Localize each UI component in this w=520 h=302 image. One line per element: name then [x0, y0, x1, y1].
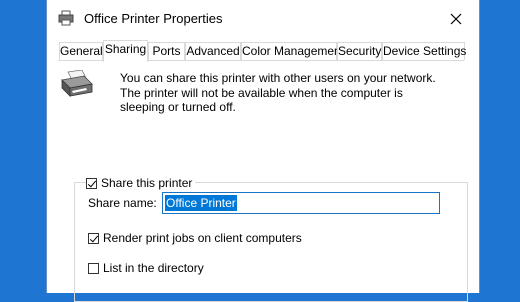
window-title: Office Printer Properties: [84, 11, 223, 26]
sharing-description: You can share this printer with other us…: [120, 71, 436, 114]
title-bar: Office Printer Properties: [47, 0, 479, 38]
list-directory-checkbox-row[interactable]: List in the directory: [88, 261, 204, 275]
list-directory-checkbox[interactable]: [88, 262, 99, 274]
printer-icon: [60, 69, 94, 100]
printer-icon: [58, 10, 74, 26]
share-name-input[interactable]: Office Printer: [162, 192, 440, 214]
close-icon: [450, 13, 462, 25]
share-name-label: Share name:: [88, 196, 157, 210]
render-jobs-checkbox[interactable]: [88, 232, 99, 244]
share-printer-checkbox-row[interactable]: Share this printer: [86, 176, 196, 190]
tab-color-management[interactable]: Color Management: [241, 42, 344, 60]
tab-general[interactable]: General: [59, 42, 103, 60]
tab-device-settings[interactable]: Device Settings: [382, 42, 466, 60]
close-button[interactable]: [433, 0, 479, 38]
share-printer-label: Share this printer: [101, 176, 193, 190]
tab-ports[interactable]: Ports: [148, 42, 185, 60]
render-jobs-checkbox-row[interactable]: Render print jobs on client computers: [88, 231, 302, 245]
tab-sharing[interactable]: Sharing: [103, 40, 148, 62]
share-name-value: Office Printer: [165, 195, 237, 211]
list-directory-label: List in the directory: [103, 261, 204, 275]
render-jobs-label: Render print jobs on client computers: [103, 231, 302, 245]
tab-strip: General Sharing Ports Advanced Color Man…: [59, 40, 469, 62]
tab-advanced[interactable]: Advanced: [185, 42, 241, 60]
share-printer-checkbox[interactable]: [86, 177, 97, 189]
tab-security[interactable]: Security: [337, 42, 382, 60]
